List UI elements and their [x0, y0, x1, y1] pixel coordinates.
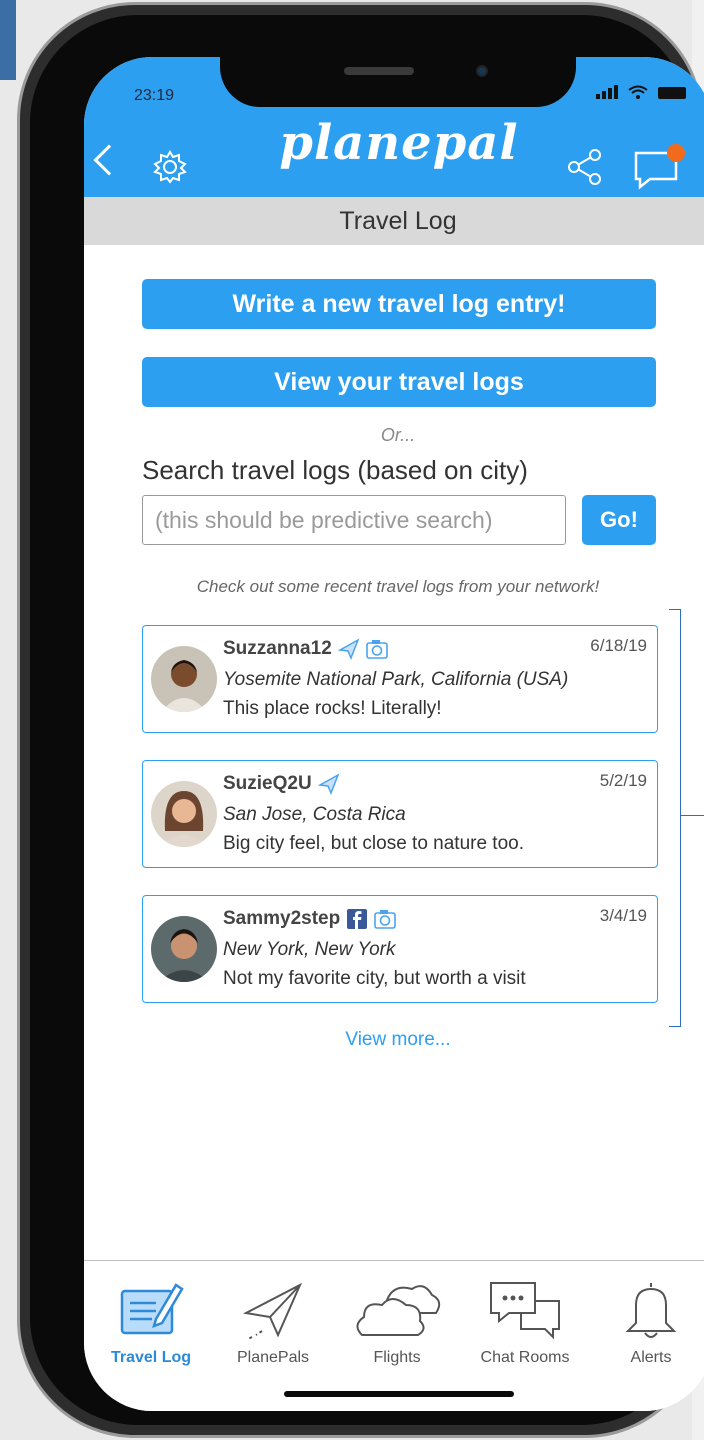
log-entry-card[interactable]: SuzieQ2U 5/2/19 San Jose, Costa Rica Big…: [142, 760, 658, 868]
tab-chat-rooms[interactable]: Chat Rooms: [470, 1279, 580, 1367]
tab-label: Travel Log: [110, 1349, 192, 1366]
entry-username[interactable]: SuzieQ2U: [223, 773, 312, 795]
phone-notch: [220, 57, 576, 107]
cloud-icon: [356, 1285, 441, 1336]
avatar: [151, 781, 217, 847]
tab-travel-log[interactable]: Travel Log: [96, 1279, 206, 1367]
bell-icon: [625, 1283, 677, 1338]
entry-user: Sammy2step: [223, 908, 397, 930]
go-button[interactable]: Go!: [582, 495, 656, 545]
log-entry-card[interactable]: Suzzanna12 6/18/19 Yosemite National Par…: [142, 625, 658, 733]
signal-icon: [596, 85, 618, 99]
tab-label: PlanePals: [236, 1349, 310, 1366]
view-more-link[interactable]: View more...: [84, 1029, 704, 1051]
chat-bubbles-icon: [490, 1282, 560, 1340]
search-label: Search travel logs (based on city): [142, 455, 528, 485]
speaker: [344, 67, 414, 75]
entry-message: Not my favorite city, but worth a visit: [223, 968, 526, 989]
view-logs-button[interactable]: View your travel logs: [142, 357, 656, 407]
app-screen: 23:19 planepal Travel Log Write a new tr…: [84, 57, 704, 1411]
entry-date: 3/4/19: [599, 906, 647, 925]
section-title: Travel Log: [84, 197, 704, 245]
entry-message: This place rocks! Literally!: [223, 698, 442, 719]
entry-location: San Jose, Costa Rica: [223, 804, 406, 825]
log-entry-card[interactable]: Sammy2step 3/4/19 New York, New York Not…: [142, 895, 658, 1003]
messages-icon[interactable]: [632, 143, 686, 191]
entry-date: 5/2/19: [599, 771, 647, 790]
annotation-bracket: [669, 609, 681, 1027]
entry-message: Big city feel, but close to nature too.: [223, 833, 525, 854]
phone-frame: 23:19 planepal Travel Log Write a new tr…: [17, 2, 704, 1438]
wifi-icon: [628, 85, 648, 99]
entry-username[interactable]: Suzzanna12: [223, 638, 332, 660]
background-tab: [0, 0, 16, 80]
annotation-connector: [681, 815, 704, 816]
share-icon[interactable]: [568, 149, 602, 185]
paper-plane-icon: [242, 1282, 303, 1340]
camera-icon: [374, 910, 397, 929]
entry-date: 6/18/19: [590, 636, 647, 655]
battery-icon: [658, 87, 686, 99]
bottom-tab-bar: Travel Log PlanePals Flights Chat Rooms …: [84, 1260, 704, 1411]
tab-planepals[interactable]: PlanePals: [218, 1279, 328, 1367]
city-search-input[interactable]: [142, 495, 566, 545]
notification-dot: [667, 144, 685, 162]
tab-flights[interactable]: Flights: [342, 1279, 452, 1367]
back-icon[interactable]: [93, 144, 125, 176]
status-icons: [596, 85, 686, 99]
tab-label: Flights: [373, 1349, 421, 1366]
entry-location: New York, New York: [223, 939, 396, 960]
entry-user: Suzzanna12: [223, 638, 388, 660]
write-entry-button[interactable]: Write a new travel log entry!: [142, 279, 656, 329]
entry-username[interactable]: Sammy2step: [223, 908, 340, 930]
plane-icon: [337, 638, 360, 660]
tab-alerts[interactable]: Alerts: [596, 1279, 704, 1367]
network-note: Check out some recent travel logs from y…: [196, 577, 600, 596]
camera-icon: [365, 640, 388, 659]
entry-location: Yosemite National Park, California (USA): [223, 669, 569, 690]
avatar: [151, 646, 217, 712]
front-camera: [476, 65, 488, 77]
status-time: 23:19: [134, 87, 175, 104]
home-indicator: [284, 1391, 514, 1397]
tab-label: Alerts: [630, 1349, 672, 1366]
app-logo: planepal: [279, 115, 519, 171]
entry-user: SuzieQ2U: [223, 773, 340, 795]
avatar: [151, 916, 217, 982]
or-divider-text: Or...: [380, 425, 416, 445]
tab-label: Chat Rooms: [480, 1349, 570, 1366]
notepad-pencil-icon: [120, 1283, 184, 1335]
settings-gear-icon[interactable]: [152, 149, 188, 185]
phone-bezel: 23:19 planepal Travel Log Write a new tr…: [30, 15, 704, 1425]
plane-icon: [317, 773, 340, 795]
facebook-icon: [347, 909, 368, 929]
